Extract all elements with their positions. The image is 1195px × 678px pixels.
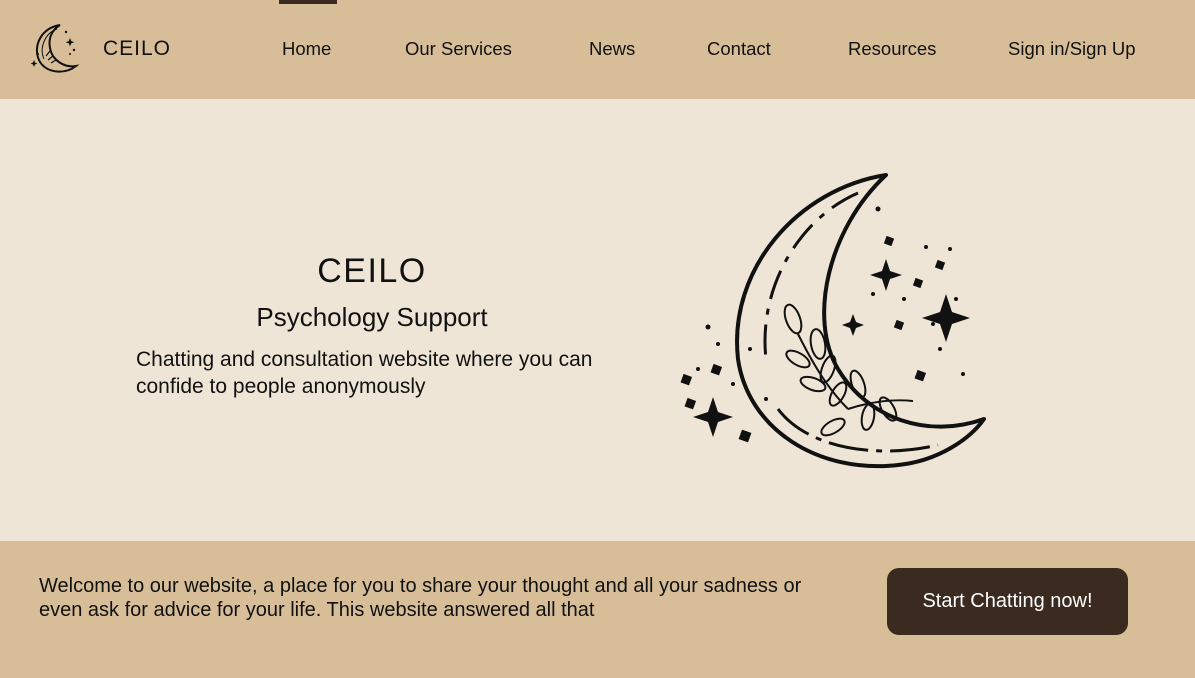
hero-subtitle: Psychology Support [256,302,488,332]
hero-section: CEILO Psychology Support Chatting and co… [0,99,1195,541]
crescent-moon-logo-icon[interactable] [26,20,82,76]
hero-description: Chatting and consultation website where … [136,348,593,398]
hero-title: CEILO [317,252,427,290]
nav-item-sign-in-sign-up[interactable]: Sign in/Sign Up [1008,38,1136,60]
navbar: CEILO Home Our Services News Contact Res… [0,0,1195,99]
welcome-section: Welcome to our website, a place for you … [0,541,1195,678]
nav-item-our-services[interactable]: Our Services [405,38,512,60]
nav-item-news[interactable]: News [589,38,635,60]
nav-item-home[interactable]: Home [282,38,331,60]
nav-item-resources[interactable]: Resources [848,38,936,60]
brand-name[interactable]: CEILO [103,37,171,61]
crescent-moon-stars-illustration [680,173,986,469]
active-nav-indicator [279,0,337,4]
start-chatting-button[interactable]: Start Chatting now! [887,568,1128,635]
nav-item-contact[interactable]: Contact [707,38,771,60]
welcome-text: Welcome to our website, a place for you … [39,575,802,621]
